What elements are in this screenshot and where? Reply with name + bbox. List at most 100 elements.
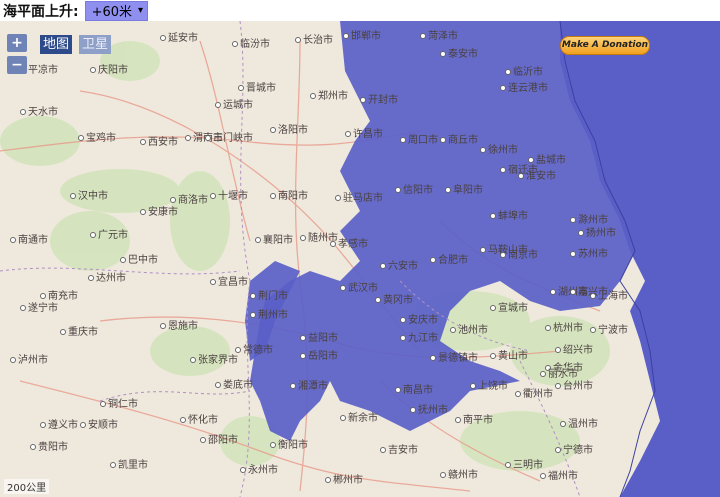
city-label: 淮安市 [518,167,556,182]
city-label: 遂宁市 [20,299,58,314]
city-label: 新余市 [340,409,378,424]
donate-button[interactable]: Make A Donation [560,36,650,55]
city-label: 襄阳市 [255,231,293,246]
city-label: 长治市 [295,31,333,46]
city-label: 三门峡市 [205,129,253,144]
city-label: 杭州市 [545,319,583,334]
city-label: 合肥市 [430,251,468,266]
sea-level-select[interactable]: +60米 ▾ [84,0,149,21]
city-label: 天水市 [20,103,58,118]
city-label: 苏州市 [570,245,608,260]
city-label: 贵阳市 [30,438,68,453]
city-label: 抚州市 [410,401,448,416]
city-label: 驻马店市 [335,189,383,204]
city-label: 恩施市 [160,317,198,332]
city-label: 九江市 [400,329,438,344]
city-label: 安顺市 [80,416,118,431]
city-label: 黄山市 [490,347,528,362]
city-label: 延安市 [160,29,198,44]
sea-level-label: 海平面上升: [3,3,79,20]
map-type-satellite-button[interactable]: 卫星 [79,35,112,54]
city-label: 武汉市 [340,279,378,294]
city-label: 洛阳市 [270,121,308,136]
city-label: 邯郸市 [343,27,381,42]
city-label: 宝鸡市 [78,129,116,144]
city-label: 嘉兴市 [570,283,608,298]
city-label: 周口市 [400,131,438,146]
city-label: 庆阳市 [90,61,128,76]
city-label: 西安市 [140,133,178,148]
city-label: 孝感市 [330,235,368,250]
city-label: 徐州市 [480,141,518,156]
map-type-map-button[interactable]: 地图 [40,35,73,54]
city-label: 南平市 [455,411,493,426]
zoom-in-button[interactable]: + [7,34,27,52]
city-label: 黄冈市 [375,291,413,306]
city-label: 宁波市 [590,321,628,336]
city-label: 许昌市 [345,125,383,140]
city-label: 永州市 [240,461,278,476]
city-label: 怀化市 [180,411,218,426]
city-label: 宣城市 [490,299,528,314]
city-label: 郴州市 [325,471,363,486]
city-label: 常德市 [235,341,273,356]
chevron-down-icon: ▾ [138,5,144,16]
map-view[interactable]: 延安市 临汾市 长治市 邯郸市 菏泽市 平凉市 庆阳市 运城市 晋城市 郑州市 开封市 泰安市 临沂市连… [0,21,720,497]
city-label: 六安市 [380,257,418,272]
city-label: 十堰市 [210,187,248,202]
city-label: 商洛市 [170,191,208,206]
city-label: 衢州市 [515,385,553,400]
city-label: 扬州市 [578,224,616,239]
city-label: 临汾市 [232,35,270,50]
city-label: 蚌埠市 [490,207,528,222]
city-label: 张家界市 [190,351,238,366]
city-label: 铜仁市 [100,395,138,410]
city-label: 汉中市 [70,187,108,202]
city-label: 南通市 [10,231,48,246]
city-label: 台州市 [555,377,593,392]
city-label: 遵义市 [40,416,78,431]
sea-level-toolbar: 海平面上升: +60米 ▾ [0,0,720,21]
city-label: 巴中市 [120,251,158,266]
city-label: 荆州市 [250,306,288,321]
city-label: 南京市 [500,246,538,261]
zoom-out-button[interactable]: − [7,56,27,74]
city-label: 荆门市 [250,287,288,302]
city-label: 福州市 [540,467,578,482]
city-label: 益阳市 [300,329,338,344]
city-label: 运城市 [215,96,253,111]
city-label: 广元市 [90,226,128,241]
city-label: 南昌市 [395,381,433,396]
city-label: 临沂市 [505,63,543,78]
city-label: 凯里市 [110,456,148,471]
scale-bar: 200公里 [4,479,50,494]
city-label: 吉安市 [380,441,418,456]
city-label: 重庆市 [60,323,98,338]
city-label: 衡阳市 [270,436,308,451]
sea-level-value: +60米 [91,5,133,20]
city-label: 宜昌市 [210,273,248,288]
city-label: 景德镇市 [430,349,478,364]
city-label: 菏泽市 [420,27,458,42]
city-label: 泰安市 [440,45,478,60]
city-label: 信阳市 [395,181,433,196]
city-label: 开封市 [360,91,398,106]
city-label: 达州市 [88,269,126,284]
city-label: 商丘市 [440,131,478,146]
city-label: 池州市 [450,321,488,336]
city-label: 绍兴市 [555,341,593,356]
city-label: 盐城市 [528,151,566,166]
city-label: 宁德市 [555,441,593,456]
city-label: 阜阳市 [445,181,483,196]
city-label: 泸州市 [10,351,48,366]
city-label: 连云港市 [500,79,548,94]
city-label: 安庆市 [400,311,438,326]
city-label: 晋城市 [238,79,276,94]
city-label: 湘潭市 [290,377,328,392]
city-label: 南阳市 [270,187,308,202]
city-label: 上饶市 [470,377,508,392]
city-label: 邵阳市 [200,431,238,446]
city-label: 郑州市 [310,87,348,102]
city-label: 赣州市 [440,466,478,481]
city-label: 温州市 [560,415,598,430]
